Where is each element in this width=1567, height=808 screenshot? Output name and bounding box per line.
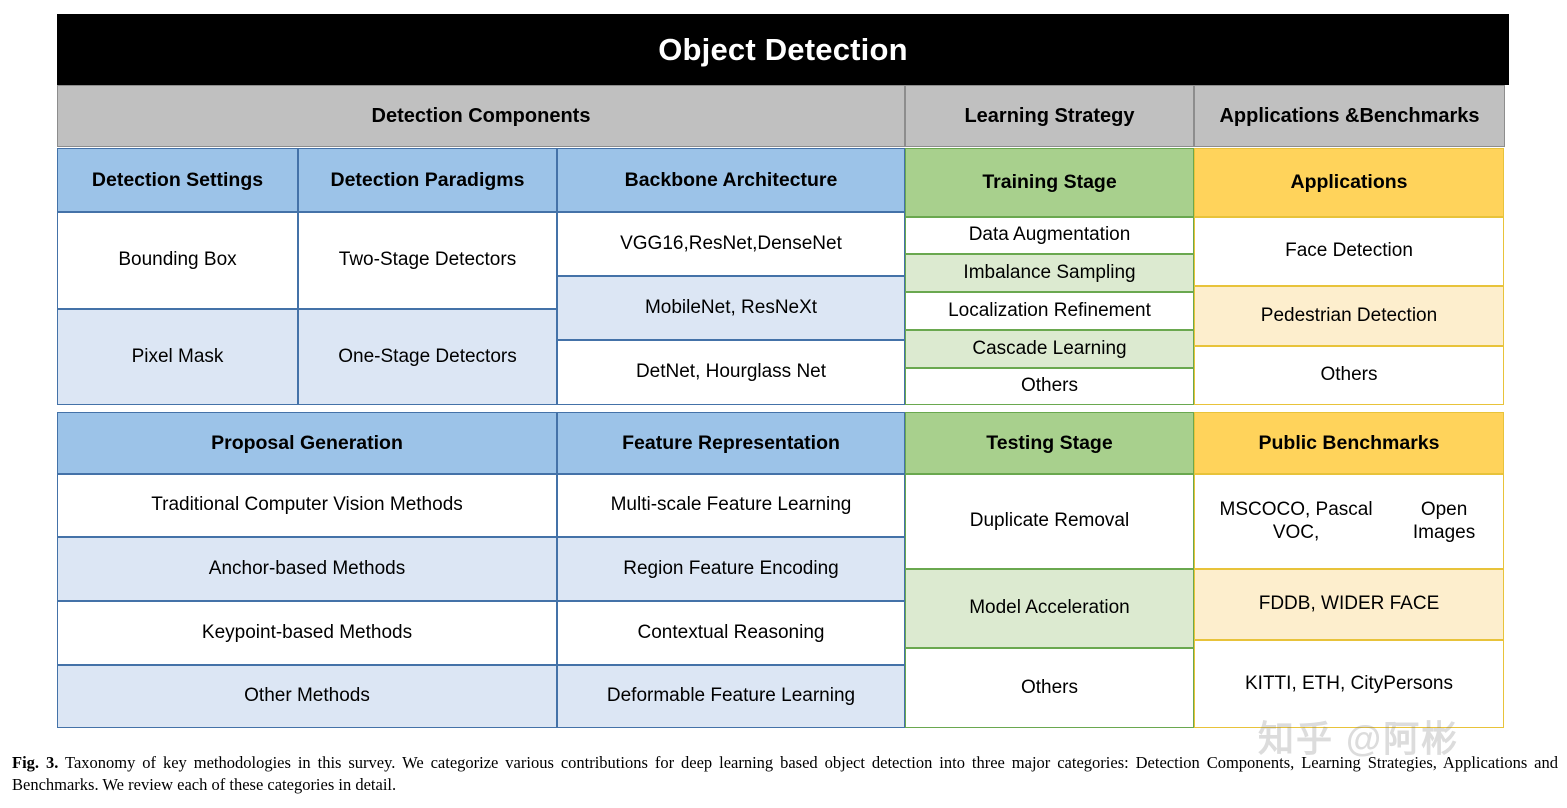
item-training-others: Others: [905, 368, 1194, 405]
item-testing-others: Others: [905, 648, 1194, 728]
item-pedestrian-detection: Pedestrian Detection: [1194, 286, 1504, 346]
group-header-feature-representation: Feature Representation: [557, 412, 905, 474]
item-mscoco-pascalvoc-openimages: MSCOCO, Pascal VOC, Open Images: [1194, 474, 1504, 569]
category-apps-line2: Benchmarks: [1359, 104, 1480, 127]
item-pixel-mask: Pixel Mask: [57, 309, 298, 405]
item-imbalance-sampling: Imbalance Sampling: [905, 254, 1194, 292]
group-header-applications: Applications: [1194, 148, 1504, 217]
benchmark-line-2: Open Images: [1412, 499, 1476, 543]
group-header-backbone-architecture: Backbone Architecture: [557, 148, 905, 212]
category-learning-strategy: Learning Strategy: [905, 85, 1194, 147]
item-applications-others: Others: [1194, 346, 1504, 405]
item-deformable-feature-learning: Deformable Feature Learning: [557, 665, 905, 728]
figure-caption-label: Fig. 3.: [12, 753, 59, 772]
group-header-detection-paradigms: Detection Paradigms: [298, 148, 557, 212]
item-two-stage-detectors: Two-Stage Detectors: [298, 212, 557, 309]
item-detnet-hourglass-net: DetNet, Hourglass Net: [557, 340, 905, 405]
item-vgg16-resnet-densenet: VGG16,ResNet,DenseNet: [557, 212, 905, 276]
item-multi-scale-feature-learning: Multi-scale Feature Learning: [557, 474, 905, 537]
item-region-feature-encoding: Region Feature Encoding: [557, 537, 905, 601]
item-duplicate-removal: Duplicate Removal: [905, 474, 1194, 569]
taxonomy-figure: Object Detection Detection Components Le…: [0, 0, 1567, 808]
item-mobilenet-resnext: MobileNet, ResNeXt: [557, 276, 905, 340]
group-header-training-stage: Training Stage: [905, 148, 1194, 217]
item-one-stage-detectors: One-Stage Detectors: [298, 309, 557, 405]
category-detection-components: Detection Components: [57, 85, 905, 147]
item-cascade-learning: Cascade Learning: [905, 330, 1194, 368]
item-anchor-based-methods: Anchor-based Methods: [57, 537, 557, 601]
item-kitti-eth-citypersons: KITTI, ETH, CityPersons: [1194, 640, 1504, 728]
item-model-acceleration: Model Acceleration: [905, 569, 1194, 648]
item-other-methods: Other Methods: [57, 665, 557, 728]
item-localization-refinement: Localization Refinement: [905, 292, 1194, 330]
item-contextual-reasoning: Contextual Reasoning: [557, 601, 905, 665]
group-header-testing-stage: Testing Stage: [905, 412, 1194, 474]
category-applications-benchmarks: Applications & Benchmarks: [1194, 85, 1505, 147]
item-fddb-widerface: FDDB, WIDER FACE: [1194, 569, 1504, 640]
item-keypoint-based-methods: Keypoint-based Methods: [57, 601, 557, 665]
category-apps-line1: Applications &: [1219, 104, 1360, 127]
item-traditional-computer-vision-methods: Traditional Computer Vision Methods: [57, 474, 557, 537]
group-header-detection-settings: Detection Settings: [57, 148, 298, 212]
group-header-proposal-generation: Proposal Generation: [57, 412, 557, 474]
group-header-public-benchmarks: Public Benchmarks: [1194, 412, 1504, 474]
item-data-augmentation: Data Augmentation: [905, 217, 1194, 254]
figure-caption-text: Taxonomy of key methodologies in this su…: [12, 753, 1559, 794]
figure-title: Object Detection: [57, 14, 1509, 85]
item-bounding-box: Bounding Box: [57, 212, 298, 309]
benchmark-line-1: MSCOCO, Pascal VOC,: [1219, 499, 1373, 543]
item-face-detection: Face Detection: [1194, 217, 1504, 286]
figure-caption: Fig. 3. Taxonomy of key methodologies in…: [12, 752, 1558, 796]
